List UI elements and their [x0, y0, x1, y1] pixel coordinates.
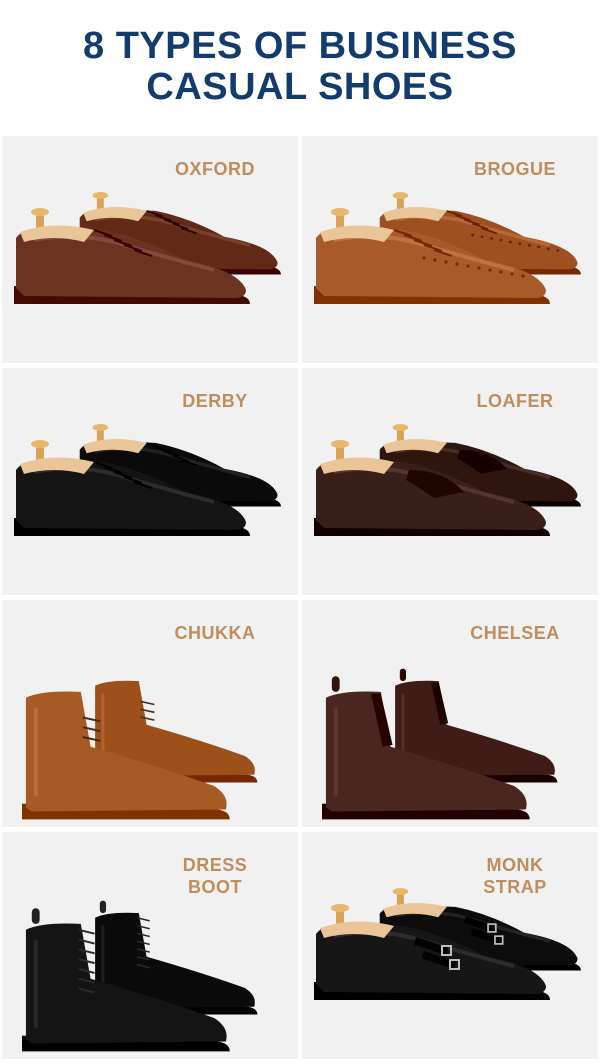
- shoe-label-brogue: BROGUE: [473, 159, 556, 179]
- shoe-card-brogue: BROGUE: [302, 136, 598, 363]
- shoe-label-oxford: OXFORD: [174, 159, 255, 179]
- title-line-1: 8 TYPES OF BUSINESS: [83, 25, 517, 67]
- shoe-label-chelsea: CHELSEA: [470, 623, 560, 643]
- shoe-label-chukka: CHUKKA: [174, 623, 256, 643]
- title-line-2: CASUAL SHOES: [146, 66, 454, 108]
- shoe-card-dress-boot: DRESS BOOT: [2, 832, 298, 1059]
- shoe-label-derby: DERBY: [182, 391, 248, 411]
- shoe-card-loafer: LOAFER: [302, 368, 598, 595]
- shoe-label-loafer: LOAFER: [476, 391, 554, 411]
- infographic-header: 8 TYPES OF BUSINESS CASUAL SHOES: [0, 0, 600, 134]
- shoe-grid: OXFORD BROGUE DERBY LOAFER CHUKKA CHELSE…: [0, 134, 600, 1064]
- infographic: 8 TYPES OF BUSINESS CASUAL SHOES OXFORD …: [0, 0, 600, 1064]
- shoe-card-derby: DERBY: [2, 368, 298, 595]
- shoe-card-oxford: OXFORD: [2, 136, 298, 363]
- shoe-card-chukka: CHUKKA: [2, 600, 298, 827]
- shoe-card-chelsea: CHELSEA: [302, 600, 598, 827]
- shoe-label-monk-strap: MONK STRAP: [483, 855, 547, 897]
- shoe-card-monk-strap: MONK STRAP: [302, 832, 598, 1059]
- shoe-label-dress-boot: DRESS BOOT: [182, 855, 248, 897]
